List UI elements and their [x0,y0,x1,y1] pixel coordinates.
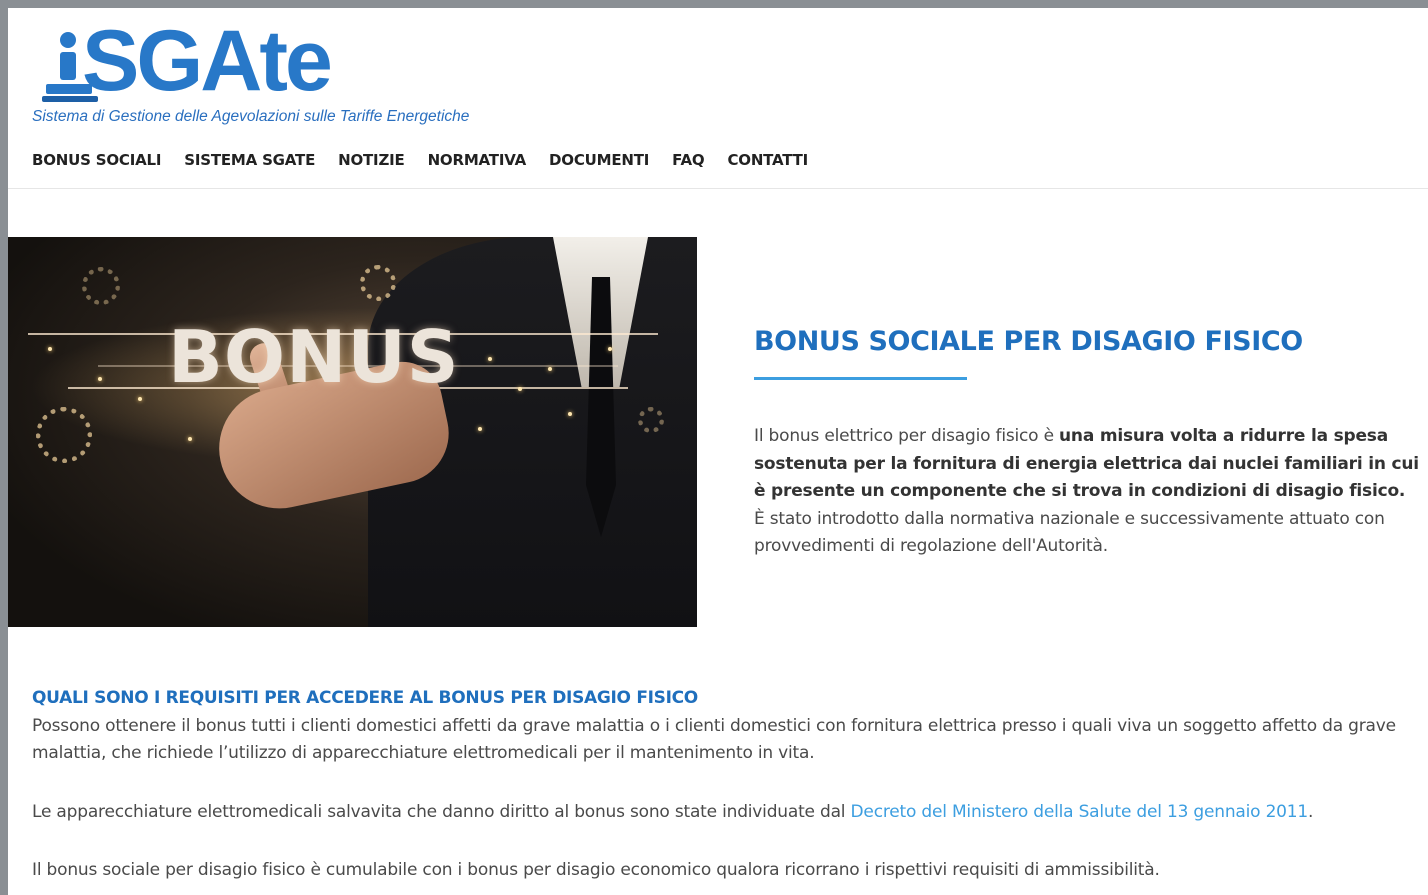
title-underline [754,377,967,380]
spark [478,427,482,431]
page: SGAte Sistema di Gestione delle Agevolaz… [8,8,1428,895]
spark [488,357,492,361]
spark [518,387,522,391]
spark [548,367,552,371]
intro-paragraph: Il bonus elettrico per disagio fisico è … [754,423,1419,561]
gear-icon [82,267,120,305]
site-logo[interactable]: SGAte Sistema di Gestione delle Agevolaz… [32,18,512,134]
spark [98,377,102,381]
requirements-paragraph-2: Le apparecchiature elettromedicali salva… [32,799,1422,826]
logo-wordmark: SGAte [82,13,333,109]
requirements-paragraph-3: Il bonus sociale per disagio fisico è cu… [32,860,1160,880]
requirements-heading: QUALI SONO I REQUISITI PER ACCEDERE AL B… [32,688,698,708]
para2-end: . [1308,802,1314,822]
nav-item-bonus-sociali[interactable]: BONUS SOCIALI [32,151,161,169]
header-divider [8,188,1428,189]
nav-item-contatti[interactable]: CONTATTI [727,151,808,169]
intro-text: Il bonus elettrico per disagio fisico è [754,426,1060,446]
gear-icon [360,265,396,301]
nav-item-documenti[interactable]: DOCUMENTI [549,151,649,169]
nav-item-faq[interactable]: FAQ [672,151,704,169]
intro-text-end: È stato introdotto dalla normativa nazio… [754,508,1385,557]
spark [48,347,52,351]
spark [568,412,572,416]
decreto-link[interactable]: Decreto del Ministero della Salute del 1… [851,802,1309,822]
gear-icon [638,407,664,433]
main-nav: BONUS SOCIALI SISTEMA SGATE NOTIZIE NORM… [32,151,831,169]
hero-bonus-text: BONUS [168,315,460,399]
spark [608,347,612,351]
gear-icon [36,407,92,463]
spark [138,397,142,401]
para2-text: Le apparecchiature elettromedicali salva… [32,802,851,822]
nav-item-sistema-sgate[interactable]: SISTEMA SGATE [184,151,315,169]
logo-subtitle: Sistema di Gestione delle Agevolazioni s… [32,108,470,125]
requirements-paragraph-1: Possono ottenere il bonus tutti i client… [32,716,1396,763]
spark [188,437,192,441]
nav-item-notizie[interactable]: NOTIZIE [338,151,405,169]
page-title: BONUS SOCIALE PER DISAGIO FISICO [754,326,1303,357]
nav-item-normativa[interactable]: NORMATIVA [428,151,527,169]
hero-image: BONUS [8,237,697,627]
